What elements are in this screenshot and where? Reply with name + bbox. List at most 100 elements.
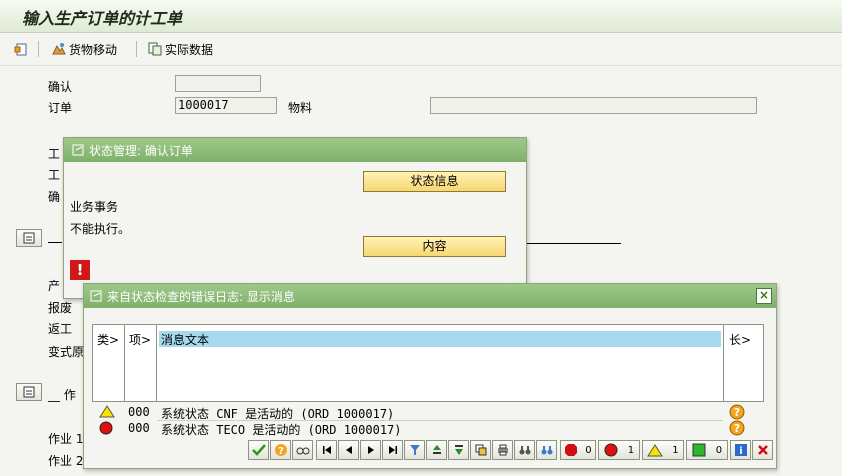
material-label: 物料 xyxy=(288,101,313,115)
filter-button[interactable] xyxy=(404,440,425,460)
detail-button[interactable] xyxy=(292,440,313,460)
find-next-button[interactable] xyxy=(536,440,557,460)
success-icon xyxy=(692,443,706,457)
success-count: 0 xyxy=(715,444,723,456)
column-header-label: 项 xyxy=(129,333,142,347)
previous-page-button[interactable] xyxy=(338,440,359,460)
clipboard-icon xyxy=(23,386,35,398)
error-filter-button[interactable]: 1 xyxy=(598,440,640,460)
dialog-icon xyxy=(90,290,102,302)
actual-data-icon xyxy=(148,42,162,56)
filter-icon xyxy=(409,445,420,455)
column-divider xyxy=(124,325,125,401)
rework-label: 返工 xyxy=(48,322,73,336)
first-page-button[interactable] xyxy=(316,440,337,460)
section-text: 作 xyxy=(63,388,76,402)
section-toggle-button[interactable] xyxy=(16,383,42,401)
new-document-button[interactable] xyxy=(14,39,28,59)
actual-data-button[interactable]: 实际数据 xyxy=(148,39,213,59)
next-icon xyxy=(367,446,374,454)
next-page-button[interactable] xyxy=(360,440,381,460)
message-table: 类> 项> 消息文本 长> 000 系统状态 CNF 是活动的 (ORD 100… xyxy=(92,324,764,437)
stop-filter-button[interactable]: 0 xyxy=(560,440,596,460)
help-icon[interactable]: ? xyxy=(729,404,745,420)
confirm-input[interactable] xyxy=(175,75,261,92)
last-page-icon xyxy=(388,446,397,454)
section-line xyxy=(48,242,62,243)
binoculars-icon xyxy=(519,446,530,455)
content-button[interactable]: 内容 xyxy=(363,236,506,257)
svg-text:?: ? xyxy=(278,446,284,457)
svg-text:?: ? xyxy=(734,422,740,435)
column-header-highlight xyxy=(159,331,721,347)
copy-button[interactable] xyxy=(470,440,491,460)
info-button[interactable]: i xyxy=(730,440,751,460)
sort-ascending-icon xyxy=(432,445,441,454)
cancel-button[interactable] xyxy=(752,440,773,460)
info-icon: i xyxy=(734,444,747,457)
copy-icon xyxy=(475,444,486,456)
column-header-message-text[interactable]: 消息文本 xyxy=(161,331,209,347)
section-line xyxy=(526,243,621,244)
column-header-long-text[interactable]: 长> xyxy=(729,331,751,347)
dialog-header: 状态管理: 确认订单 xyxy=(64,138,526,162)
previous-icon xyxy=(345,446,352,454)
document-icon xyxy=(14,43,27,56)
help-icon[interactable]: ? xyxy=(729,420,745,436)
field-label: 工 xyxy=(48,168,61,182)
close-icon[interactable]: × xyxy=(756,288,772,304)
order-input[interactable]: 1000017 xyxy=(175,97,277,114)
column-divider xyxy=(156,325,157,401)
warning-icon xyxy=(99,405,115,418)
column-header-type[interactable]: 类> xyxy=(97,331,119,347)
printer-icon xyxy=(497,444,508,456)
dialog-header: 来自状态检查的错误日志: 显示消息 xyxy=(84,284,776,308)
sort-ascending-button[interactable] xyxy=(426,440,447,460)
error-count: 1 xyxy=(627,444,635,456)
section-toggle-button[interactable] xyxy=(16,229,42,247)
footer-toolbar: ? 0 1 1 0 i xyxy=(248,440,773,462)
warning-icon xyxy=(647,443,664,456)
sort-descending-icon xyxy=(454,445,463,455)
item-cell: 000 xyxy=(128,405,150,419)
sort-descending-button[interactable] xyxy=(448,440,469,460)
dialog-title: 来自状态检查的错误日志: 显示消息 xyxy=(107,289,295,304)
business-transaction-label: 业务事务 xyxy=(70,200,119,214)
binoculars-plus-icon xyxy=(541,446,552,455)
last-page-button[interactable] xyxy=(382,440,403,460)
application-toolbar: 货物移动 实际数据 xyxy=(0,33,842,66)
operation-label: 作业 1 xyxy=(48,432,84,446)
column-header-label: 类 xyxy=(97,333,110,347)
status-info-button[interactable]: 状态信息 xyxy=(363,171,506,192)
error-log-dialog: 来自状态检查的错误日志: 显示消息 × 类> 项> 消息文本 长> 000 系统… xyxy=(83,283,777,469)
continue-button[interactable] xyxy=(248,440,269,460)
item-cell: 000 xyxy=(128,421,150,435)
success-filter-button[interactable]: 0 xyxy=(686,440,728,460)
page-title: 输入生产订单的计工单 xyxy=(22,9,183,28)
status-management-dialog: 状态管理: 确认订单 状态信息 业务事务 不能执行。 内容 ! xyxy=(63,137,527,299)
column-divider xyxy=(723,325,724,401)
column-header-label: 长 xyxy=(729,333,742,347)
find-button[interactable] xyxy=(514,440,535,460)
svg-text:?: ? xyxy=(734,406,740,419)
help-button[interactable]: ? xyxy=(270,440,291,460)
goods-movement-label: 货物移动 xyxy=(69,42,118,57)
field-label: 确 xyxy=(48,190,61,204)
actual-data-label: 实际数据 xyxy=(165,42,214,57)
variance-label: 变式原 xyxy=(48,345,85,359)
goods-movement-icon xyxy=(52,43,66,55)
first-page-icon xyxy=(322,446,331,454)
material-input[interactable] xyxy=(430,97,757,114)
toolbar-separator xyxy=(136,41,137,57)
close-icon xyxy=(757,445,768,455)
clipboard-icon xyxy=(23,232,35,244)
stop-count: 0 xyxy=(585,444,592,456)
warning-filter-button[interactable]: 1 xyxy=(642,440,684,460)
message-cell[interactable]: 系统状态 TECO 是活动的 (ORD 1000017) xyxy=(161,421,402,438)
print-button[interactable] xyxy=(492,440,513,460)
field-label: 工 xyxy=(48,147,61,161)
glasses-icon xyxy=(296,447,309,455)
column-header-item[interactable]: 项> xyxy=(129,331,151,347)
warning-count: 1 xyxy=(672,444,679,456)
goods-movement-button[interactable]: 货物移动 xyxy=(52,39,117,59)
